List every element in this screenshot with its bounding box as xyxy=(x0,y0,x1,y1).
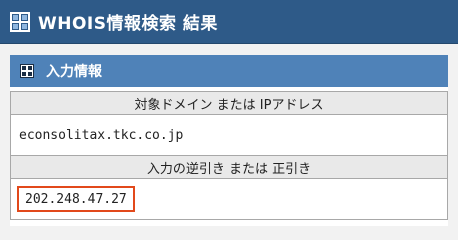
section-title: 入力情報 xyxy=(46,64,102,80)
target-header-cell: 対象ドメイン または IPアドレス xyxy=(10,91,448,115)
table-row: 入力の逆引き または 正引き xyxy=(10,155,448,179)
page-title: WHOIS情報検索 結果 xyxy=(38,14,218,34)
target-value-cell: econsolitax.tkc.co.jp xyxy=(10,114,448,156)
lookup-header-cell: 入力の逆引き または 正引き xyxy=(10,155,448,179)
grid-icon xyxy=(20,64,34,78)
ip-address-highlight: 202.248.47.27 xyxy=(17,186,135,212)
table-row: econsolitax.tkc.co.jp xyxy=(10,114,448,156)
table-row: 202.248.47.27 xyxy=(10,178,448,220)
main-content: 入力情報 対象ドメイン または IPアドレス econsolitax.tkc.c… xyxy=(10,55,448,226)
page-header: WHOIS情報検索 結果 xyxy=(0,0,458,44)
table-row: 対象ドメイン または IPアドレス xyxy=(10,91,448,115)
section-header-input-info: 入力情報 xyxy=(10,55,448,87)
input-info-table: 対象ドメイン または IPアドレス econsolitax.tkc.co.jp … xyxy=(10,91,448,220)
lookup-value-cell: 202.248.47.27 xyxy=(10,178,448,220)
grid-icon xyxy=(10,11,30,32)
